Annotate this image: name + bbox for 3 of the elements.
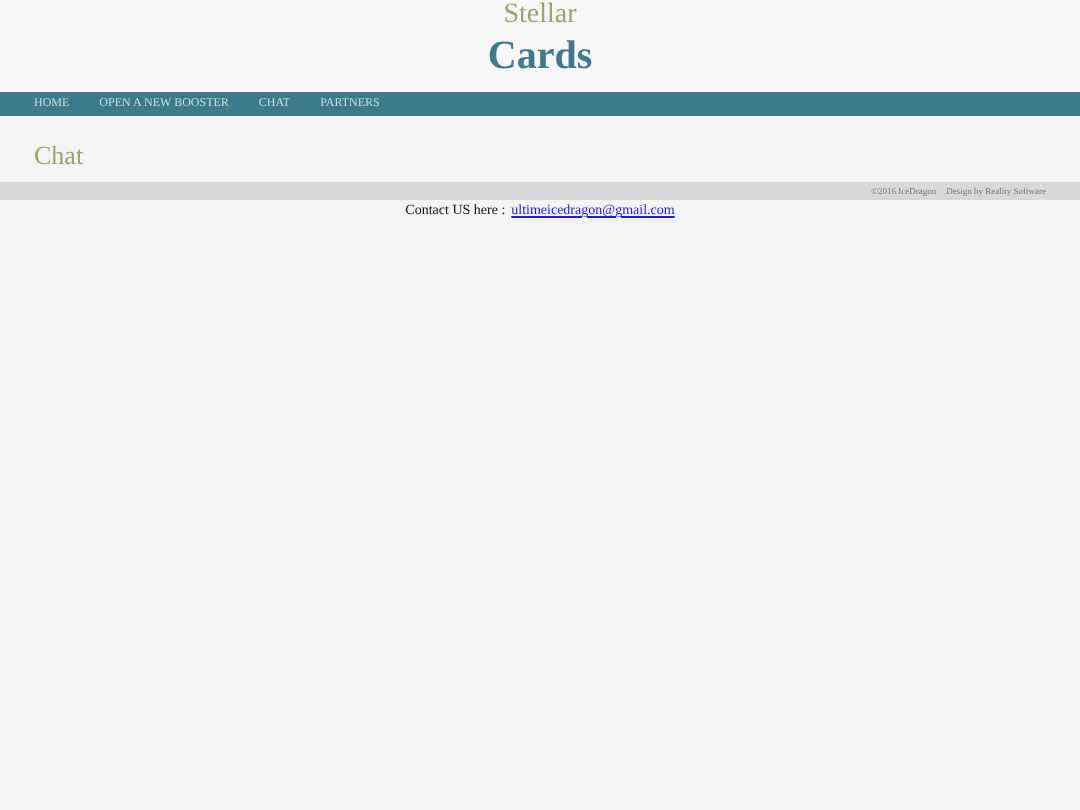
page-heading: Chat bbox=[32, 138, 86, 174]
site-subtitle: Stellar bbox=[503, 2, 577, 30]
site-title: Cards bbox=[487, 34, 593, 78]
